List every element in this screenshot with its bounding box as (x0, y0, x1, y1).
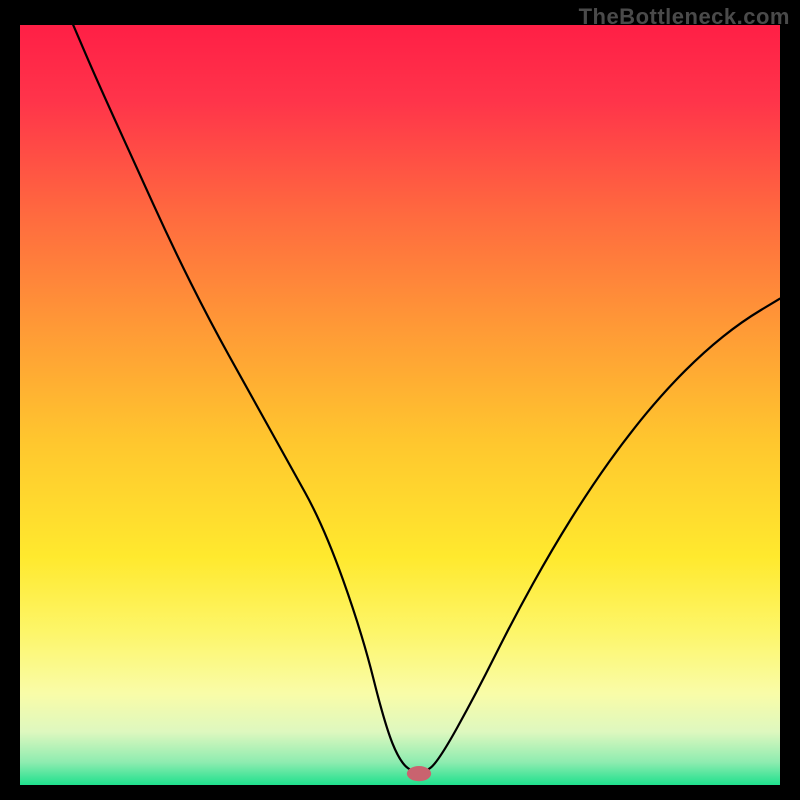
chart-container: TheBottleneck.com (0, 0, 800, 800)
target-point (407, 766, 431, 781)
bottleneck-chart (20, 25, 780, 785)
watermark-text: TheBottleneck.com (579, 4, 790, 30)
plot-area (20, 25, 780, 785)
gradient-background (20, 25, 780, 785)
